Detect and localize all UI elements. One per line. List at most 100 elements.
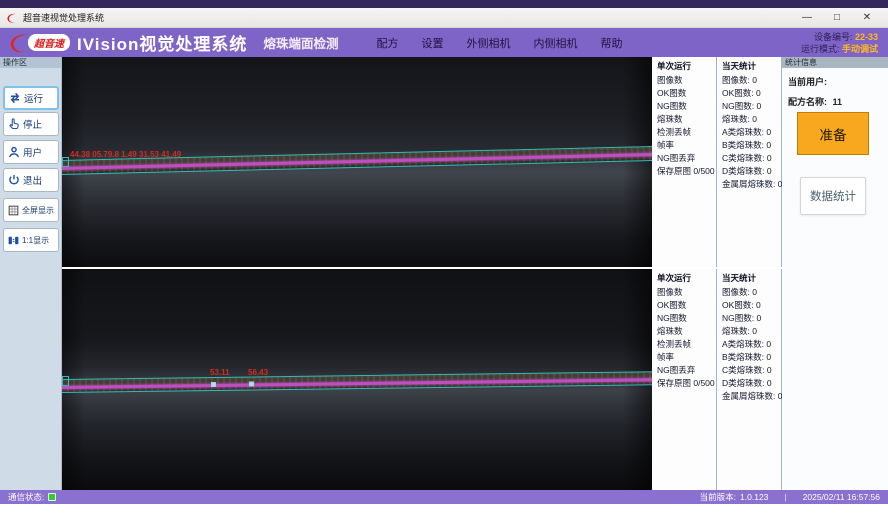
measurement-label: 56.43 xyxy=(248,368,268,377)
menu-item-inner-camera[interactable]: 内侧相机 xyxy=(533,35,577,51)
stat-row: 图像数 xyxy=(657,74,716,87)
device-number-label: 设备编号: xyxy=(814,32,853,42)
comm-status-label: 通信状态: xyxy=(8,491,44,503)
stat-row: NG图数 xyxy=(657,312,716,325)
user-button-label: 用户 xyxy=(23,145,42,159)
current-user-label: 当前用户: xyxy=(788,77,827,87)
status-bar: 通信状态: 当前版本: 1.0.123 | 2025/02/11 16:57:5… xyxy=(0,490,888,504)
info-panel-title: 统计信息 xyxy=(782,57,888,68)
one-to-one-button[interactable]: 1:1显示 xyxy=(3,228,59,252)
current-user-row: 当前用户: xyxy=(788,75,888,88)
recipe-name-value: 11 xyxy=(833,97,843,107)
run-mode-value: 手动调试 xyxy=(842,44,878,54)
inner-camera-view[interactable]: 53.11 56.43 xyxy=(62,269,652,490)
stat-row: OK图数 xyxy=(657,87,716,100)
sidebar-title: 操作区 xyxy=(0,57,61,68)
brand-name: 超音速 xyxy=(28,34,70,51)
daily-stats-column: 当天统计 图像数: 0OK图数: 0NG图数: 0熔珠数: 0A类熔珠数: 0B… xyxy=(716,269,781,490)
menu-item-recipe[interactable]: 配方 xyxy=(376,35,398,51)
measurement-label: 53.11 xyxy=(210,368,230,377)
close-icon[interactable]: ✕ xyxy=(852,9,882,27)
stat-row: D类熔珠数: 0 xyxy=(722,377,781,390)
one-to-one-button-label: 1:1显示 xyxy=(22,235,49,246)
stat-row: B类熔珠数: 0 xyxy=(722,351,781,364)
window-title: 超音速视觉处理系统 xyxy=(23,11,104,24)
stat-row: 图像数: 0 xyxy=(722,286,781,299)
exit-button[interactable]: 退出 xyxy=(3,168,59,192)
stat-row: C类熔珠数: 0 xyxy=(722,152,781,165)
recipe-name-label: 配方名称: xyxy=(788,97,827,107)
stat-row: 熔珠数 xyxy=(657,325,716,338)
menu-item-settings[interactable]: 设置 xyxy=(421,35,443,51)
hand-icon xyxy=(7,117,21,131)
stat-row: B类熔珠数: 0 xyxy=(722,139,781,152)
stats-panel-outer: 单次运行 图像数OK图数NG图数熔珠数检测丢帧帧率NG图丢弃保存原图 0/500… xyxy=(652,57,782,267)
edge-marker xyxy=(62,157,69,167)
status-right-group: 当前版本: 1.0.123 | 2025/02/11 16:57:56 xyxy=(700,491,880,503)
single-run-column: 单次运行 图像数OK图数NG图数熔珠数检测丢帧帧率NG图丢弃保存原图 0/500 xyxy=(652,57,716,267)
stat-row: OK图数 xyxy=(657,299,716,312)
one-to-one-icon xyxy=(7,234,20,247)
stat-row: NG图数 xyxy=(657,100,716,113)
power-icon xyxy=(7,173,21,187)
device-info: 设备编号: 22-33 运行模式: 手动调试 xyxy=(801,31,880,55)
status-separator: | xyxy=(784,492,786,502)
prepare-button[interactable]: 准备 xyxy=(797,112,869,155)
run-button[interactable]: 运行 xyxy=(3,86,59,110)
statistics-info-panel: 统计信息 当前用户: 配方名称: 11 准备 数据统计 xyxy=(782,57,888,490)
outer-camera-view[interactable]: 44.38 05.79.8 1.49 31.53 41.49 xyxy=(62,57,652,267)
stat-row: A类熔珠数: 0 xyxy=(722,126,781,139)
daily-stats-column: 当天统计 图像数: 0OK图数: 0NG图数: 0熔珠数: 0A类熔珠数: 0B… xyxy=(716,57,781,267)
window-titlebar: 超音速视觉处理系统 — □ ✕ xyxy=(0,8,888,28)
device-number-value: 22-33 xyxy=(855,32,878,42)
version-label: 当前版本: xyxy=(700,491,736,503)
app-subtitle: 熔珠端面检测 xyxy=(263,33,338,52)
stat-row: 熔珠数: 0 xyxy=(722,113,781,126)
fullscreen-button[interactable]: 全屏显示 xyxy=(3,198,59,222)
measurement-annotation: 44.38 05.79.8 1.49 31.53 41.49 xyxy=(70,150,181,159)
stats-panel-inner: 单次运行 图像数OK图数NG图数熔珠数检测丢帧帧率NG图丢弃保存原图 0/500… xyxy=(652,269,782,490)
maximize-icon[interactable]: □ xyxy=(822,9,852,27)
desktop-strip xyxy=(0,0,888,8)
data-statistics-button[interactable]: 数据统计 xyxy=(800,177,866,215)
stat-row: NG图数: 0 xyxy=(722,100,781,113)
stat-row: 图像数 xyxy=(657,286,716,299)
single-run-title: 单次运行 xyxy=(657,272,716,284)
stat-row: OK图数: 0 xyxy=(722,87,781,100)
stat-row: NG图丢弃 xyxy=(657,152,716,165)
stat-row: 保存原图 0/500 xyxy=(657,377,716,390)
recipe-name-row: 配方名称: 11 xyxy=(788,95,888,108)
stat-row: 保存原图 0/500 xyxy=(657,165,716,178)
stat-row: C类熔珠数: 0 xyxy=(722,364,781,377)
sync-icon xyxy=(8,91,22,105)
exit-button-label: 退出 xyxy=(23,173,42,187)
datetime-value: 2025/02/11 16:57:56 xyxy=(803,492,880,502)
run-mode-label: 运行模式: xyxy=(801,44,840,54)
fullscreen-button-label: 全屏显示 xyxy=(22,205,54,216)
app-title: IVision视觉处理系统 xyxy=(77,30,247,55)
stat-row: A类熔珠数: 0 xyxy=(722,338,781,351)
stat-row: 熔珠数 xyxy=(657,113,716,126)
defect-marker xyxy=(249,381,254,386)
user-button[interactable]: 用户 xyxy=(3,140,59,164)
stat-row: D类熔珠数: 0 xyxy=(722,165,781,178)
stat-row: 图像数: 0 xyxy=(722,74,781,87)
menu-item-outer-camera[interactable]: 外侧相机 xyxy=(466,35,510,51)
version-value: 1.0.123 xyxy=(740,492,768,502)
stat-row: 金属屑熔珠数: 0 xyxy=(722,390,781,403)
stat-row: 帧率 xyxy=(657,351,716,364)
app-header: 超音速 IVision视觉处理系统 熔珠端面检测 配方 设置 外侧相机 内侧相机… xyxy=(0,28,888,57)
stat-row: 熔珠数: 0 xyxy=(722,325,781,338)
edge-marker xyxy=(62,376,69,386)
stat-row: 检测丢帧 xyxy=(657,338,716,351)
minimize-icon[interactable]: — xyxy=(792,9,822,27)
stat-row: NG图丢弃 xyxy=(657,364,716,377)
stop-button-label: 停止 xyxy=(23,117,42,131)
stat-row: 帧率 xyxy=(657,139,716,152)
menu-item-help[interactable]: 帮助 xyxy=(600,35,622,51)
daily-stats-title: 当天统计 xyxy=(722,272,781,284)
stop-button[interactable]: 停止 xyxy=(3,112,59,136)
app-logo-icon xyxy=(6,12,18,24)
stat-row: 金属屑熔珠数: 0 xyxy=(722,178,781,191)
daily-stats-title: 当天统计 xyxy=(722,60,781,72)
